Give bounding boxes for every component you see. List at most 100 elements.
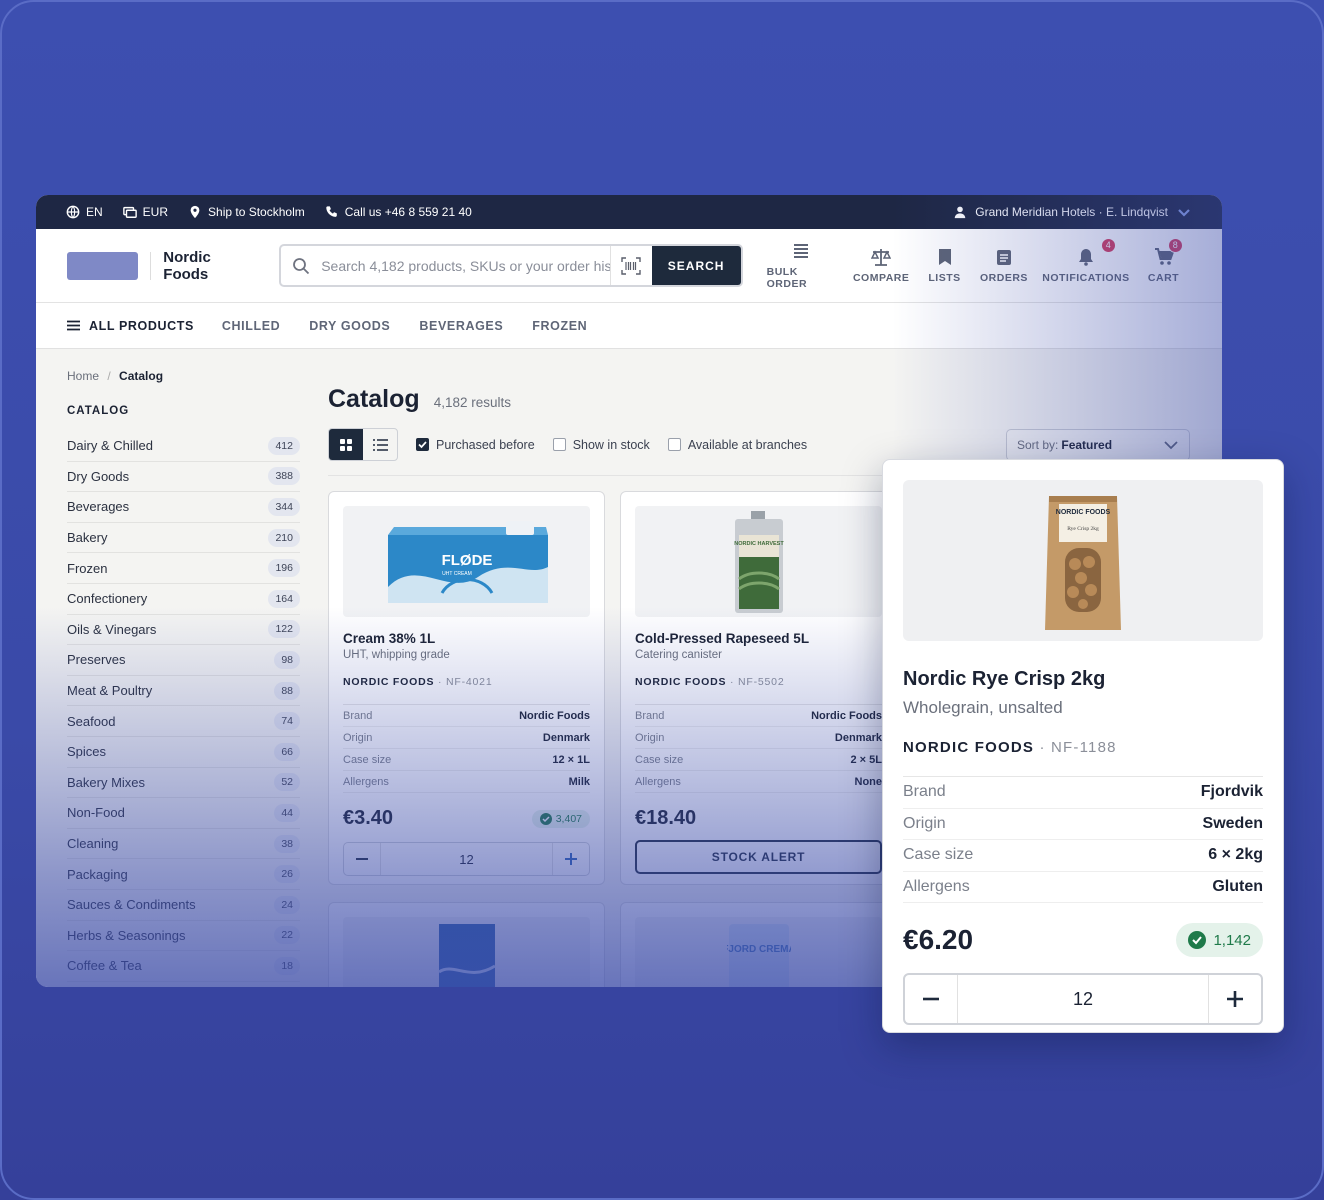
sidebar-item-label: Seafood [67,713,116,729]
price-row: €6.20 1,142 [903,923,1263,957]
all-products-label: ALL PRODUCTS [89,318,194,333]
sidebar-item[interactable]: Oils & Vinegars 122 [67,615,300,646]
increment-button[interactable] [1209,975,1261,1023]
search-button[interactable]: SEARCH [651,246,741,285]
sidebar-item-count: 412 [268,436,300,455]
nav-link-chilled[interactable]: CHILLED [222,319,280,333]
sidebar-item[interactable]: Herbs & Seasonings 22 [67,921,300,952]
bulk-order-button[interactable]: BULK ORDER [757,242,846,290]
purchased-before-checkbox[interactable] [416,438,429,451]
product-card[interactable]: NORDIC HARVEST Cold-Pressed Rapeseed 5L … [620,491,897,885]
product-card[interactable]: FJORD CREMA [620,902,897,987]
product-card[interactable]: FLØDE UHT CREAM Cream 38% 1L UHT, whippi… [328,491,605,885]
sidebar-item[interactable]: Preserves 98 [67,645,300,676]
sidebar-item[interactable]: Coffee & Tea 18 [67,951,300,982]
spec-value: Fjordvik [1200,783,1263,801]
sidebar-item[interactable]: Packaging 26 [67,859,300,890]
filter-purchased-before[interactable]: Purchased before [416,438,535,452]
spec-row: Allergens Gluten [903,872,1263,903]
check-circle-icon [1188,931,1207,949]
sidebar-item[interactable]: Spices 66 [67,737,300,768]
nav-link-beverages[interactable]: BEVERAGES [419,319,503,333]
grid-icon [340,438,352,451]
list-view-button[interactable] [363,429,397,460]
all-products-menu[interactable]: ALL PRODUCTS [67,319,194,333]
decrement-button[interactable] [344,843,380,875]
sidebar-item[interactable]: Dairy & Chilled 412 [67,431,300,462]
location-pin-icon [190,205,200,219]
spec-value: 6 × 2kg [1208,846,1263,864]
spec-row: Case size 12 × 1L [343,749,590,771]
product-card[interactable] [328,902,605,987]
sidebar-item-label: Herbs & Seasonings [67,927,186,943]
show-in-stock-checkbox[interactable] [552,438,566,451]
stock-count: 1,142 [1213,931,1251,949]
featured-product-card[interactable]: NORDIC FOODS Rye Crisp 2kg Nordic Rye Cr… [882,459,1284,1033]
sidebar-item[interactable]: Sauces & Condiments 24 [67,890,300,921]
language-selector[interactable]: EN [66,205,103,219]
sidebar-item[interactable]: Meat & Poultry 88 [67,676,300,707]
sidebar-item-label: Preserves [67,652,126,668]
package-text: FLØDE [441,552,492,569]
sidebar-item-count: 38 [274,834,300,853]
nav-link-frozen[interactable]: FROZEN [532,319,587,333]
sidebar-item[interactable]: Frozen 196 [67,553,300,584]
sidebar-item[interactable]: Bakery Mixes 52 [67,768,300,799]
globe-icon [66,205,80,219]
spec-key: Origin [903,814,946,832]
oil-canister-image: NORDIC HARVEST [734,510,784,613]
filter-available-at-branches[interactable]: Available at branches [667,438,807,452]
catalog-toolbar: Purchased before Show in stock Available… [328,428,1190,461]
grid-view-button[interactable] [329,429,363,460]
sort-select[interactable]: Sort by: Featured [1006,428,1190,461]
logo[interactable] [67,251,139,280]
spec-row: Case size 6 × 2kg [903,840,1263,872]
lists-button[interactable]: LISTS [917,242,972,290]
sidebar-item[interactable]: Non-Food 44 [67,798,300,829]
language-label: EN [86,205,103,219]
product-name[interactable]: Cold-Pressed Rapeseed 5L [635,631,882,646]
brand-name: Nordic Foods [163,248,211,283]
phone-icon [326,206,337,217]
view-toggle [328,428,398,461]
nav-link-dry-goods[interactable]: DRY GOODS [309,319,390,333]
spec-key: Brand [343,709,373,722]
decrement-button[interactable] [905,975,957,1023]
spec-row: Brand Nordic Foods [343,705,590,727]
sidebar-item[interactable]: Seafood 74 [67,706,300,737]
increment-button[interactable] [553,843,589,875]
stock-alert-button[interactable]: STOCK ALERT [635,840,882,874]
barcode-scan-button[interactable] [609,246,652,285]
notifications-button[interactable]: NOTIFICATIONS 4 [1036,237,1136,290]
blue-pack-image [437,924,496,987]
product-name[interactable]: Cream 38% 1L [343,631,590,646]
compare-button[interactable]: COMPARE [845,242,917,290]
account-menu[interactable]: Grand Meridian Hotels · E. Lindqvist [953,204,1192,220]
sidebar-item[interactable]: Beverages 344 [67,492,300,523]
phone-link[interactable]: Call us +46 8 559 21 40 [325,205,472,219]
sidebar-item-count: 74 [274,712,300,731]
quantity-stepper: 12 [343,842,590,876]
sidebar-item-count: 44 [274,803,300,822]
available-at-branches-checkbox[interactable] [667,438,681,451]
cart-button[interactable]: CART 8 [1136,237,1191,290]
ship-to-selector[interactable]: Ship to Stockholm [188,205,305,219]
product-image: NORDIC HARVEST [635,506,882,617]
sidebar-item[interactable]: Dry Goods 388 [67,462,300,493]
orders-button[interactable]: ORDERS [972,242,1036,290]
quantity-value[interactable]: 12 [380,843,553,875]
sidebar-item[interactable]: Cleaning 38 [67,829,300,860]
product-name[interactable]: Nordic Rye Crisp 2kg [903,668,1263,691]
search-input[interactable] [321,257,610,274]
sidebar-item[interactable]: Confectionery 164 [67,584,300,615]
product-price: €3.40 [343,807,394,829]
page-title: Catalog [328,385,420,413]
filter-show-in-stock[interactable]: Show in stock [552,438,650,452]
minus-icon [923,997,939,1001]
currency-selector[interactable]: EUR [122,205,168,219]
plus-icon [1227,991,1243,1007]
sidebar-item[interactable]: Bakery 210 [67,523,300,554]
product-brand: NORDIC FOODS · NF-5502 [635,676,882,688]
breadcrumb-home[interactable]: Home [67,369,99,383]
quantity-value[interactable]: 12 [957,975,1209,1023]
